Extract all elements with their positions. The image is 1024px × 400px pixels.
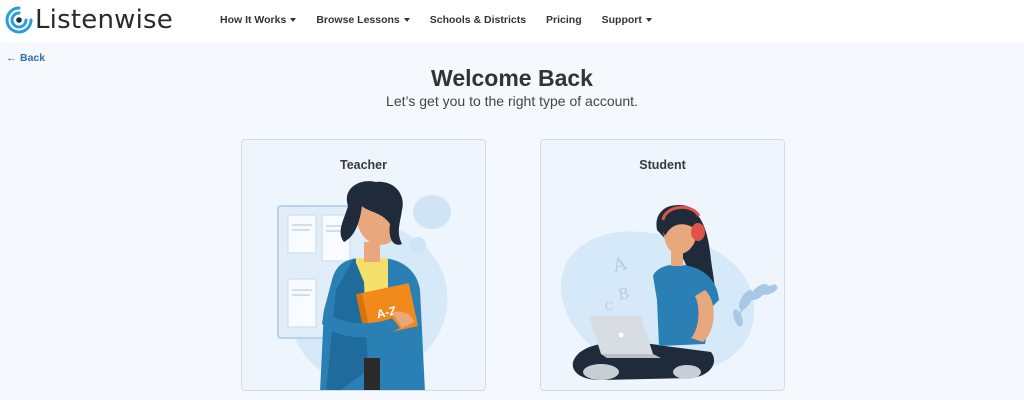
- nav-label: Pricing: [546, 14, 582, 26]
- nav-label: Support: [601, 14, 642, 26]
- nav-schools-districts[interactable]: Schools & Districts: [430, 14, 526, 26]
- back-label: Back: [20, 52, 46, 64]
- brand-logo[interactable]: Listenwise: [4, 5, 173, 35]
- teacher-illustration: A-Z: [277, 181, 451, 390]
- back-link[interactable]: ← Back: [6, 52, 45, 64]
- nav-support[interactable]: Support: [602, 14, 652, 26]
- brand-name: Listenwise: [35, 5, 173, 35]
- listenwise-logo-icon: [5, 6, 33, 34]
- main-nav: How It Works Browse Lessons Schools & Di…: [220, 0, 672, 40]
- nav-label: Schools & Districts: [429, 14, 527, 26]
- nav-pricing[interactable]: Pricing: [546, 14, 582, 26]
- floating-letter-c: C: [605, 300, 613, 313]
- nav-browse-lessons[interactable]: Browse Lessons: [316, 14, 410, 26]
- chevron-down-icon: [403, 18, 410, 22]
- teacher-account-card[interactable]: A-Z Teacher: [241, 139, 486, 391]
- nav-how-it-works[interactable]: How It Works: [220, 14, 297, 26]
- nav-label: Browse Lessons: [316, 14, 400, 26]
- left-arrow-icon: ←: [6, 52, 17, 64]
- student-card-label: Student: [639, 158, 686, 172]
- student-account-card[interactable]: A B C Student: [540, 139, 785, 391]
- chevron-down-icon: [645, 18, 652, 22]
- teacher-card-label: Teacher: [339, 158, 387, 172]
- page-subtitle: Let’s get you to the right type of accou…: [386, 93, 638, 109]
- chevron-down-icon: [290, 18, 297, 22]
- page-title: Welcome Back: [431, 65, 593, 91]
- student-illustration: A B C: [560, 204, 778, 380]
- top-navigation-bar: Listenwise How It Works Browse Lessons S…: [0, 0, 1024, 42]
- nav-label: How It Works: [220, 14, 287, 26]
